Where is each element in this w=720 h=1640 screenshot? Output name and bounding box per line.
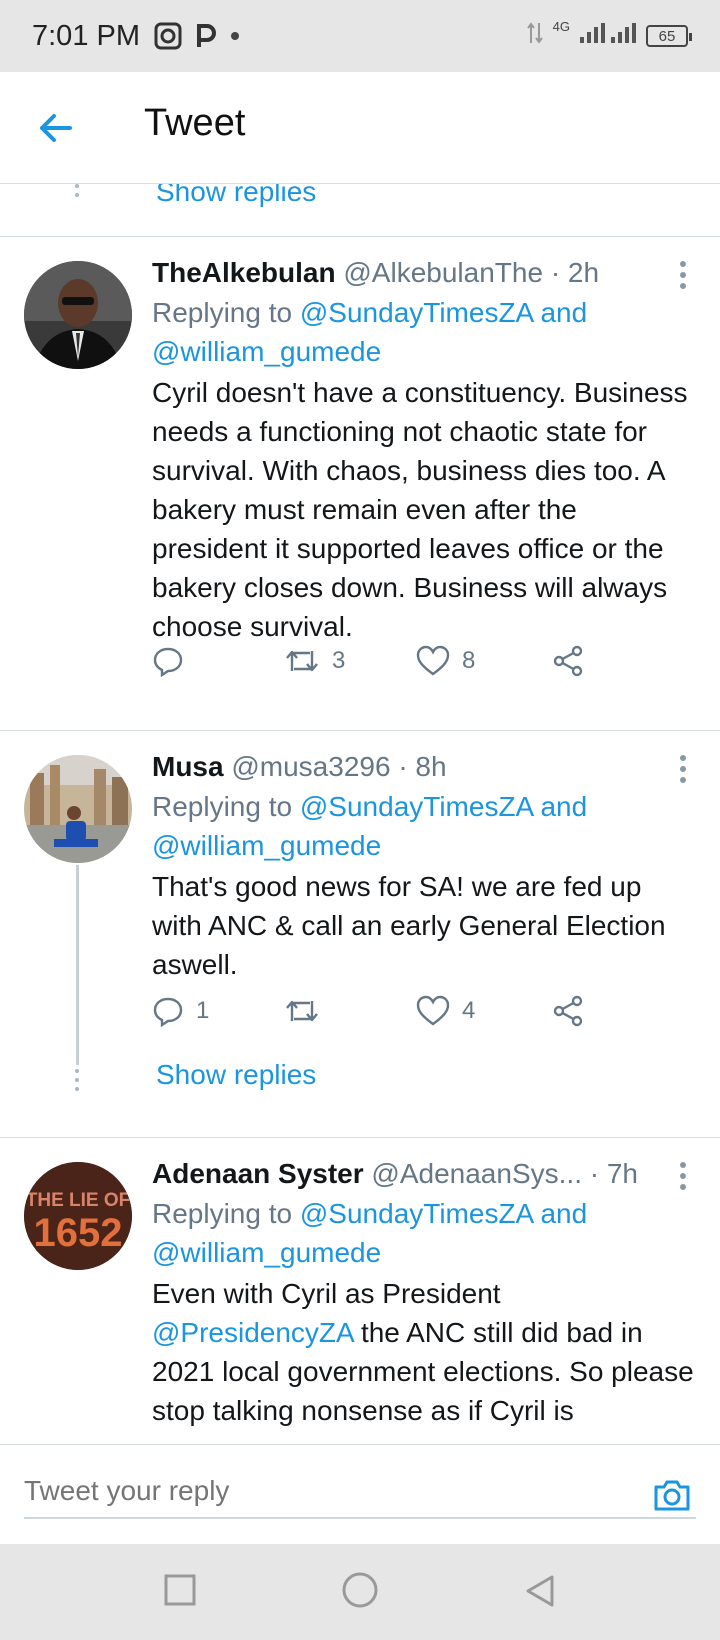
notification-dot-icon <box>230 31 240 41</box>
app-notification-icon <box>154 22 182 50</box>
signal-icon <box>580 20 636 53</box>
mention-link[interactable]: @william_gumede <box>152 830 381 861</box>
like-count: 4 <box>462 997 476 1024</box>
system-nav-bar <box>0 1544 720 1640</box>
thread-dots <box>75 184 79 202</box>
nav-circle-icon[interactable] <box>342 1572 378 1613</box>
tweet-text: That's good news for SA! we are fed up w… <box>152 871 666 980</box>
reply-count: 1 <box>196 997 210 1024</box>
like-icon <box>416 645 450 677</box>
reply-icon <box>152 645 184 677</box>
reply-button[interactable]: 1 <box>152 995 209 1027</box>
tweet-header: Musa @musa3296 · 8h <box>152 751 447 783</box>
share-button[interactable] <box>552 995 584 1027</box>
reply-icon <box>152 995 184 1027</box>
and-link[interactable]: and <box>533 1198 587 1229</box>
avatar-text-2: 1652 <box>34 1211 123 1255</box>
retweet-icon <box>284 995 320 1027</box>
like-button[interactable]: 8 <box>416 645 475 677</box>
display-name[interactable]: Musa <box>152 751 224 782</box>
tweet-header: TheAlkebulan @AlkebulanThe · 2h <box>152 257 599 289</box>
avatar[interactable]: THE LIE OF 1652 <box>24 1162 132 1270</box>
user-handle: @musa3296 <box>231 751 391 782</box>
tweet-time: · 2h <box>550 257 600 288</box>
and-link[interactable]: and <box>533 791 587 822</box>
more-icon[interactable] <box>680 261 686 294</box>
more-icon[interactable] <box>680 755 686 788</box>
display-name[interactable]: TheAlkebulan <box>152 257 336 288</box>
tweet-item[interactable]: Musa @musa3296 · 8h Replying to @SundayT… <box>0 731 720 1121</box>
avatar-text-1: THE LIE OF <box>26 1190 131 1211</box>
replying-label: Replying to <box>152 791 300 822</box>
reply-bar <box>0 1444 720 1544</box>
network-type: 4G <box>552 18 570 34</box>
top-app-bar: Tweet <box>0 72 720 184</box>
tweet-text: Even with Cyril as President @Presidency… <box>152 1274 697 1430</box>
mention-link[interactable]: @SundayTimesZA <box>300 297 533 328</box>
mention-link[interactable]: @william_gumede <box>152 336 381 367</box>
replying-to: Replying to @SundayTimesZA and @william_… <box>152 1194 692 1272</box>
data-transfer-icon <box>526 20 543 53</box>
thread-line <box>76 865 79 1065</box>
retweet-button[interactable] <box>284 995 332 1027</box>
tweet-header: Adenaan Syster @AdenaanSys... · 7h <box>152 1158 638 1190</box>
mention-link[interactable]: @PresidencyZA <box>152 1317 353 1348</box>
retweet-count: 3 <box>332 647 346 674</box>
share-button[interactable] <box>552 645 584 677</box>
status-time: 7:01 PM <box>32 19 140 52</box>
nav-square-icon[interactable] <box>164 1574 196 1611</box>
replying-label: Replying to <box>152 1198 300 1229</box>
and-link[interactable]: and <box>533 297 587 328</box>
more-icon[interactable] <box>680 1162 686 1195</box>
avatar[interactable] <box>24 261 132 369</box>
reply-input[interactable] <box>24 1465 696 1519</box>
show-replies-link[interactable]: Show replies <box>156 1059 316 1091</box>
retweet-icon <box>284 645 320 677</box>
tweet-text-part: Even with Cyril as President <box>152 1278 501 1309</box>
p-notification-icon <box>196 23 216 49</box>
tweet-item[interactable]: TheAlkebulan @AlkebulanThe · 2h Replying… <box>0 237 720 714</box>
tweet-time: · 8h <box>398 751 447 782</box>
like-count: 8 <box>462 647 476 674</box>
thread-dots <box>75 1069 79 1096</box>
tweet-actions: 1 4 <box>152 995 632 1035</box>
mention-link[interactable]: @SundayTimesZA <box>300 791 533 822</box>
page-title: Tweet <box>144 102 246 144</box>
back-arrow-icon[interactable] <box>36 108 76 148</box>
nav-triangle-icon[interactable] <box>524 1574 556 1613</box>
reply-button[interactable] <box>152 645 196 677</box>
show-replies-link[interactable]: Show replies <box>156 184 316 208</box>
mention-link[interactable]: @william_gumede <box>152 1237 381 1268</box>
user-handle: @AlkebulanThe <box>343 257 544 288</box>
user-handle: @AdenaanSys... <box>371 1158 582 1189</box>
retweet-button[interactable]: 3 <box>284 645 345 677</box>
tweet-feed[interactable]: Show replies TheAlkebulan @AlkebulanThe … <box>0 184 720 1444</box>
display-name[interactable]: Adenaan Syster <box>152 1158 364 1189</box>
replying-label: Replying to <box>152 297 300 328</box>
replying-to: Replying to @SundayTimesZA and @william_… <box>152 787 692 865</box>
avatar[interactable] <box>24 755 132 863</box>
status-bar: 7:01 PM 4G 65 <box>0 0 720 72</box>
tweet-actions: 3 8 <box>152 645 632 685</box>
battery-icon: 65 <box>646 25 692 47</box>
mention-link[interactable]: @SundayTimesZA <box>300 1198 533 1229</box>
like-icon <box>416 995 450 1027</box>
like-button[interactable]: 4 <box>416 995 475 1027</box>
tweet-text: Cyril doesn't have a constituency. Busin… <box>152 377 688 642</box>
share-icon <box>552 645 584 677</box>
camera-icon[interactable] <box>652 1477 692 1518</box>
share-icon <box>552 995 584 1027</box>
replying-to: Replying to @SundayTimesZA and @william_… <box>152 293 692 371</box>
tweet-item[interactable]: THE LIE OF 1652 Adenaan Syster @AdenaanS… <box>0 1138 720 1444</box>
tweet-time: · 7h <box>589 1158 638 1189</box>
